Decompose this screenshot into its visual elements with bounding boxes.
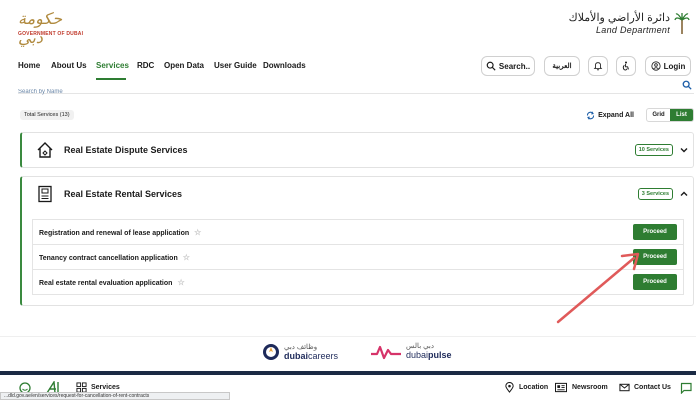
accessibility-button[interactable]: [616, 56, 636, 76]
nav-about-us[interactable]: About Us: [51, 61, 87, 70]
services-summary-row: Total Services (13) Expand All Grid List: [20, 108, 694, 124]
grid-view-button[interactable]: Grid: [647, 109, 670, 121]
favorite-star-icon[interactable]: ☆: [194, 228, 201, 237]
search-button[interactable]: Search..: [481, 56, 535, 76]
services-count-badge: 10 Services: [634, 144, 673, 156]
notifications-button[interactable]: [588, 56, 608, 76]
category-title: Real Estate Rental Services: [64, 189, 183, 199]
dld-logo-en: Land Department: [595, 25, 670, 35]
nav-open-data[interactable]: Open Data: [164, 61, 204, 70]
annotation-arrow: [556, 252, 640, 324]
category-title: Real Estate Dispute Services: [64, 145, 188, 155]
accessibility-icon: [622, 61, 629, 71]
footer-contact-us[interactable]: Contact Us: [619, 382, 671, 393]
category-header-rental[interactable]: Real Estate Rental Services 3 Services: [22, 177, 693, 211]
contract-document-icon: [38, 185, 52, 203]
service-name[interactable]: Registration and renewal of lease applic…: [39, 228, 201, 237]
proceed-button[interactable]: Proceed: [633, 224, 677, 240]
dubai-pulse-logo[interactable]: دبي بالس dubaipulse: [370, 343, 452, 360]
envelope-icon: [619, 383, 630, 392]
nav-home[interactable]: Home: [18, 61, 40, 70]
footer-location[interactable]: Location: [504, 382, 548, 393]
language-toggle-button[interactable]: العربية: [544, 56, 580, 76]
browser-status-url: ...dld.gov.ae/en/services/request-for-ca…: [0, 392, 230, 400]
footer-services-label: Services: [91, 384, 120, 391]
search-icon[interactable]: [682, 80, 692, 90]
bell-icon: [593, 62, 603, 71]
chevron-up-icon[interactable]: [680, 190, 688, 198]
list-view-button[interactable]: List: [670, 109, 693, 121]
dubai-careers-en-bold: dubai: [284, 350, 308, 361]
gov-logo-en: GOVERNMENT OF DUBAI: [18, 31, 84, 37]
search-button-label: Search..: [498, 61, 531, 71]
favorite-star-icon[interactable]: ☆: [177, 278, 184, 287]
search-icon: [486, 61, 496, 71]
expand-all-button[interactable]: Expand All: [586, 111, 634, 120]
footer-newsroom-label: Newsroom: [572, 384, 608, 391]
expand-all-label: Expand All: [598, 112, 634, 119]
services-count-badge: 3 Services: [637, 188, 673, 200]
user-icon: [651, 61, 661, 71]
dubai-careers-en-light: careers: [308, 350, 339, 361]
partners-strip: وظائف دبي dubaicareers دبي بالس dubaipul…: [0, 336, 696, 370]
login-button[interactable]: Login: [645, 56, 691, 76]
main-navigation: Home About Us Services RDC Open Data Use…: [0, 50, 696, 82]
language-label: العربية: [552, 63, 572, 70]
favorite-star-icon[interactable]: ☆: [183, 253, 190, 262]
service-search-input[interactable]: [18, 86, 618, 98]
footer-newsroom[interactable]: Newsroom: [554, 382, 608, 393]
newspaper-icon: [554, 382, 568, 393]
nav-services[interactable]: Services: [96, 61, 129, 70]
dubai-careers-icon: [263, 344, 279, 360]
dubai-careers-arabic: وظائف دبي: [284, 343, 318, 351]
footer-location-label: Location: [519, 384, 549, 391]
nav-user-guide[interactable]: User Guide: [214, 61, 257, 70]
chat-icon[interactable]: [680, 382, 692, 394]
expand-arrows-icon: [587, 111, 595, 120]
land-department-logo[interactable]: دائرة الأراضي والأملاك Land Department: [569, 10, 690, 40]
service-row: Registration and renewal of lease applic…: [32, 219, 684, 245]
dubai-pulse-icon: [371, 345, 401, 359]
top-header: حكومة دبي GOVERNMENT OF DUBAI دائرة الأر…: [0, 0, 696, 48]
chevron-down-icon[interactable]: [680, 146, 688, 154]
footer-divider: [0, 371, 696, 375]
dubai-pulse-arabic: دبي بالس: [406, 343, 434, 350]
footer-contact-label: Contact Us: [634, 384, 671, 391]
service-name[interactable]: Tenancy contract cancellation applicatio…: [39, 253, 190, 262]
house-icon: [37, 142, 53, 158]
category-header-dispute[interactable]: Real Estate Dispute Services 10 Services: [22, 133, 693, 167]
view-toggle: Grid List: [646, 108, 694, 122]
service-search-bar: [18, 80, 694, 98]
category-card-dispute: Real Estate Dispute Services 10 Services: [20, 132, 694, 168]
nav-rdc[interactable]: RDC: [137, 61, 154, 70]
dubai-pulse-en-bold: pulse: [428, 350, 452, 360]
dubai-careers-logo[interactable]: وظائف دبي dubaicareers: [262, 343, 338, 361]
gov-logo-arabic: حكومة دبي: [18, 9, 63, 47]
location-pin-icon: [505, 382, 514, 393]
service-name[interactable]: Real estate rental evaluation applicatio…: [39, 278, 185, 287]
dubai-pulse-en-light: dubai: [406, 350, 429, 360]
palm-emblem-icon: [674, 13, 690, 34]
nav-downloads[interactable]: Downloads: [263, 61, 306, 70]
login-label: Login: [663, 61, 686, 71]
total-services-badge: Total Services (13): [20, 110, 74, 120]
government-of-dubai-logo[interactable]: حكومة دبي GOVERNMENT OF DUBAI: [18, 9, 88, 47]
dld-logo-arabic: دائرة الأراضي والأملاك: [568, 12, 670, 24]
